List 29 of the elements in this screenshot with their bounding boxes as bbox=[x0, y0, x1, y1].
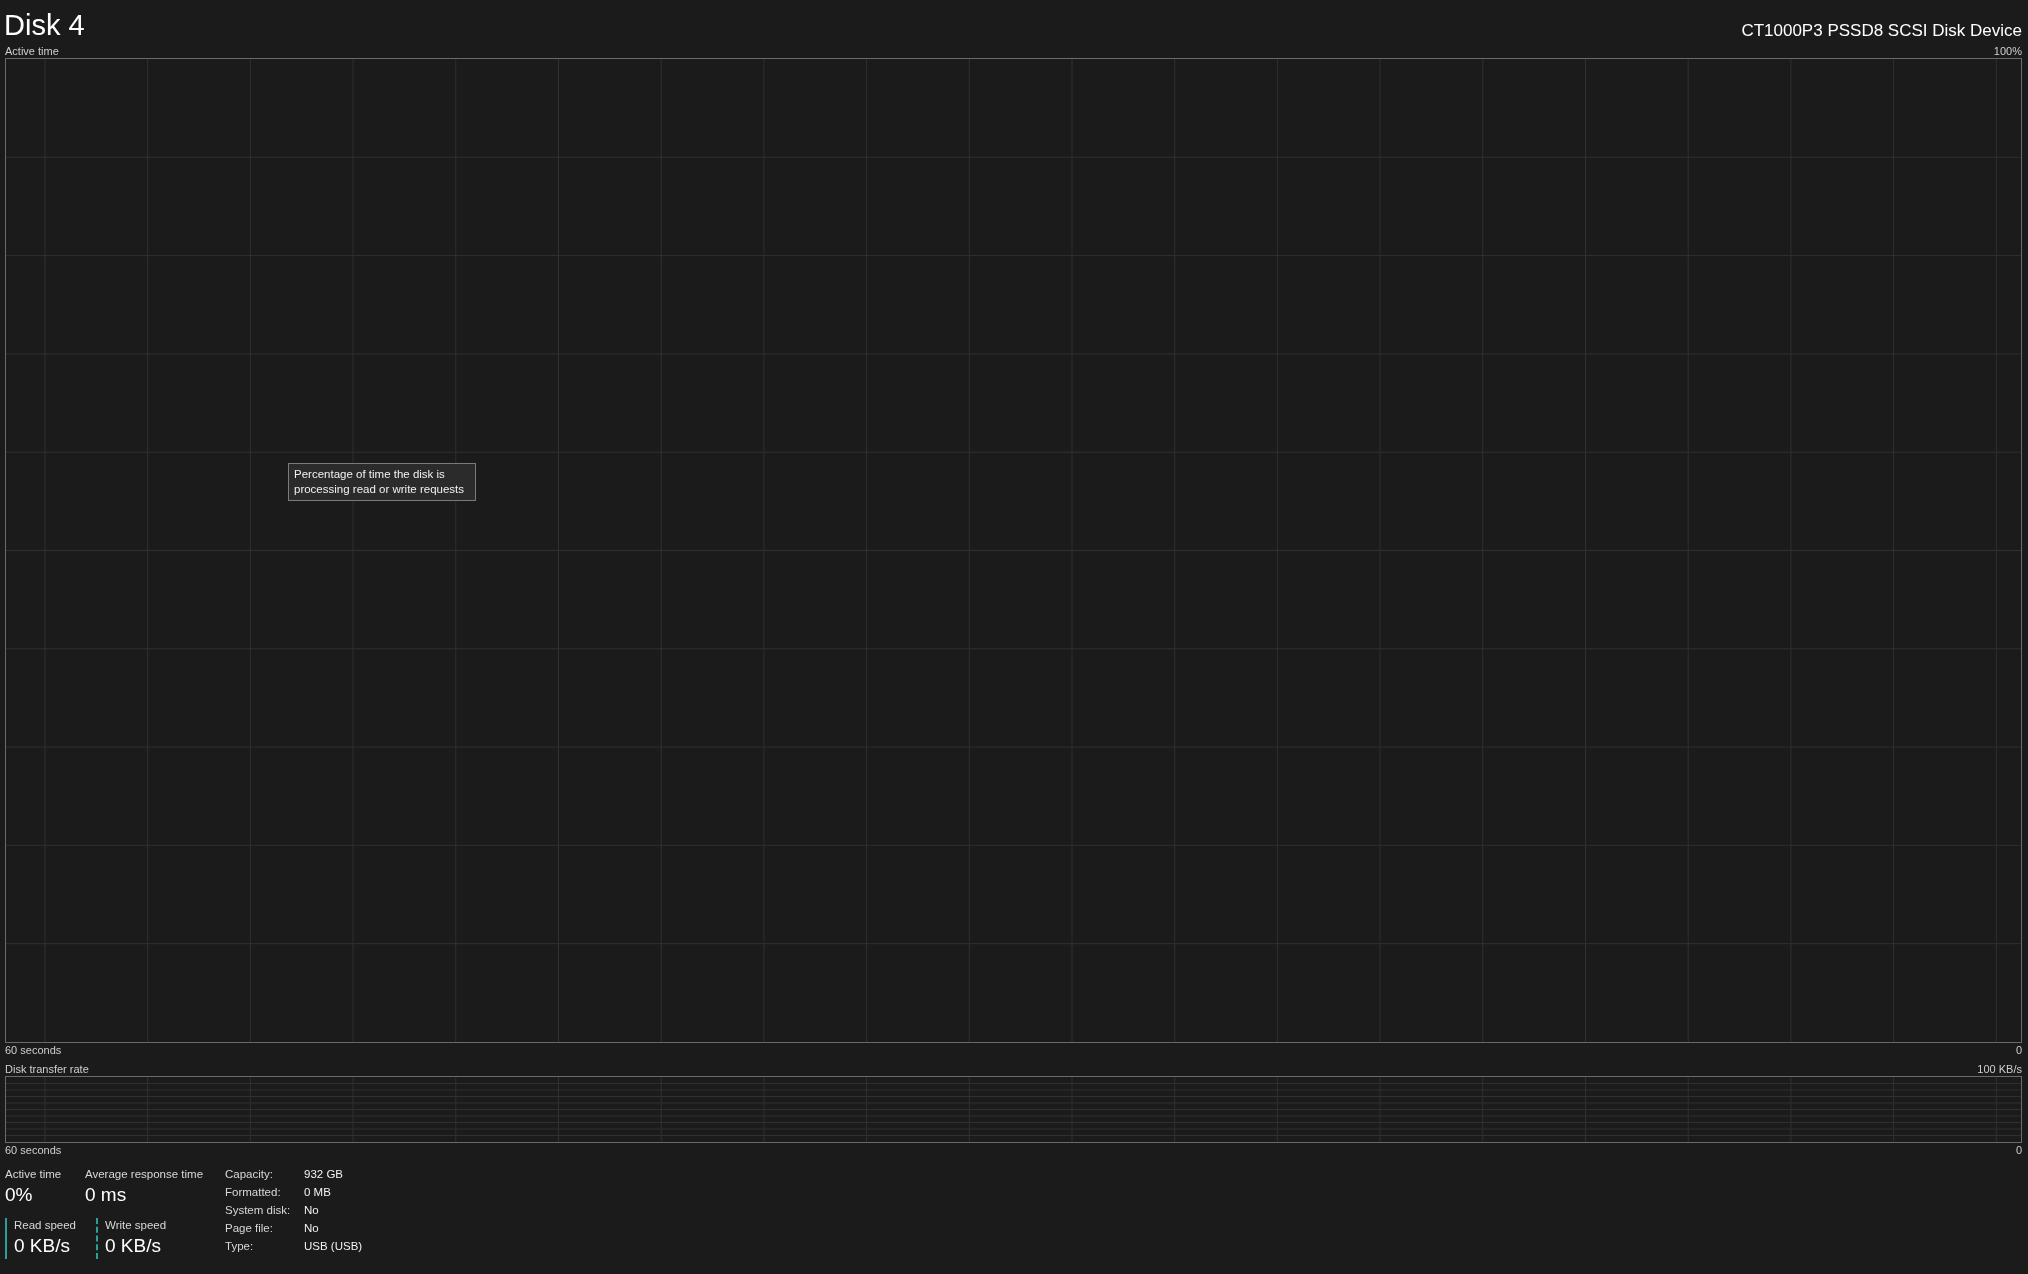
metric-value: 0 KB/s bbox=[14, 1234, 71, 1258]
property-label: Type: bbox=[225, 1239, 255, 1254]
device-name: CT1000P3 PSSD8 SCSI Disk Device bbox=[1741, 20, 2022, 42]
property-label: Capacity: bbox=[225, 1167, 274, 1182]
metric-value: 0% bbox=[5, 1183, 34, 1207]
graph-label: Active time bbox=[5, 44, 59, 58]
property-label: Formatted: bbox=[225, 1185, 282, 1200]
property-value: No bbox=[304, 1221, 320, 1236]
metric-value: 0 KB/s bbox=[105, 1234, 162, 1258]
property-label: System disk: bbox=[225, 1203, 292, 1218]
property-value: USB (USB) bbox=[304, 1239, 363, 1254]
time-span-label: 60 seconds bbox=[5, 1143, 62, 1157]
metric-label: Average response time bbox=[85, 1167, 205, 1182]
metric-label: Active time bbox=[5, 1167, 63, 1182]
axis-min-label: 0 bbox=[2015, 1043, 2022, 1057]
property-value: 932 GB bbox=[304, 1167, 344, 1182]
axis-min-label: 0 bbox=[2015, 1143, 2022, 1157]
tooltip: Percentage of time the disk is processing read or write requests bbox=[288, 463, 476, 501]
time-span-label: 60 seconds bbox=[5, 1043, 62, 1057]
property-value: 0 MB bbox=[304, 1185, 332, 1200]
axis-max-label: 100 KB/s bbox=[1977, 1062, 2022, 1076]
metric-value: 0 ms bbox=[85, 1183, 128, 1207]
property-value: No bbox=[304, 1203, 320, 1218]
axis-max-label: 100% bbox=[1993, 44, 2022, 58]
graph-label: Disk transfer rate bbox=[5, 1062, 89, 1076]
property-label: Page file: bbox=[225, 1221, 274, 1236]
disk-title: Disk 4 bbox=[4, 8, 85, 43]
metric-label: Read speed bbox=[14, 1218, 78, 1233]
metric-label: Write speed bbox=[105, 1218, 168, 1233]
